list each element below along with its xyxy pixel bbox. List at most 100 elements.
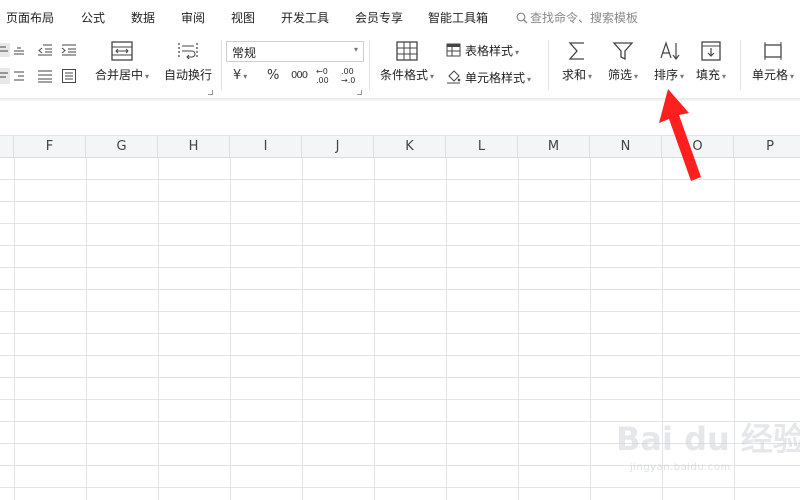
grid-column-line <box>374 158 375 500</box>
grid-column-line <box>518 158 519 500</box>
merge-cells-icon <box>111 41 133 61</box>
chevron-down-icon: ▾ <box>243 72 248 81</box>
grid-column-line <box>302 158 303 500</box>
table-style-button[interactable]: 表格样式 ▾ <box>446 42 519 59</box>
column-header-h[interactable]: H <box>158 136 230 158</box>
align-center-icon[interactable] <box>0 43 10 57</box>
sort-button[interactable]: 排序 ▾ <box>648 40 690 83</box>
number-format-select[interactable]: 常规 ▾ <box>226 41 364 62</box>
grid-row-line <box>0 223 800 224</box>
wrap-text-button[interactable]: 自动换行 <box>160 40 216 83</box>
funnel-icon <box>612 42 634 61</box>
chevron-down-icon: ▾ <box>634 72 639 81</box>
grid-column-line <box>14 158 15 500</box>
thousands-separator-button[interactable]: 000 <box>291 70 308 81</box>
alignment-dialog-launcher[interactable] <box>208 90 213 95</box>
grid-row-line <box>0 201 800 202</box>
chevron-down-icon: ▾ <box>722 72 727 81</box>
column-header-l[interactable]: L <box>446 136 518 158</box>
table-style-icon <box>446 43 461 57</box>
grid-column-line <box>230 158 231 500</box>
column-header-k[interactable]: K <box>374 136 446 158</box>
ribbon-separator <box>740 40 741 90</box>
grid-column-line <box>158 158 159 500</box>
increase-decimal-button[interactable]: ←0 .00 <box>316 67 336 85</box>
table-grid-icon <box>396 41 418 61</box>
wrap-text-label: 自动换行 <box>163 68 212 82</box>
column-header-f[interactable]: F <box>14 136 86 158</box>
grid-row-line <box>0 377 800 378</box>
menu-bar: 页面布局 公式 数据 审阅 视图 开发工具 会员专享 智能工具箱 查找命令、搜索… <box>0 0 800 34</box>
conditional-format-button[interactable]: 条件格式 ▾ <box>376 40 438 83</box>
cell-style-button[interactable]: 单元格样式 ▾ <box>446 69 531 86</box>
wrap-text-icon <box>178 43 198 60</box>
filter-button[interactable]: 筛选 ▾ <box>602 40 644 83</box>
cell-button[interactable]: 单元格 ▾ <box>746 40 800 83</box>
menu-smart-tools[interactable]: 智能工具箱 <box>428 9 488 26</box>
sigma-icon <box>568 42 584 60</box>
column-header-n[interactable]: N <box>590 136 662 158</box>
fill-label: 填充 <box>695 68 720 82</box>
ribbon-separator <box>221 40 222 90</box>
filter-label: 筛选 <box>607 68 632 82</box>
merge-center-label: 合并居中 <box>94 68 143 82</box>
menu-data[interactable]: 数据 <box>131 9 155 26</box>
grid-row-line <box>0 355 800 356</box>
number-format-value: 常规 <box>232 46 257 60</box>
increase-indent-icon[interactable] <box>61 43 77 57</box>
chevron-down-icon: ▾ <box>515 48 520 57</box>
merge-center-button[interactable]: 合并居中 ▾ <box>90 40 154 83</box>
cell-label: 单元格 <box>751 68 788 82</box>
column-header-partial[interactable] <box>0 136 14 158</box>
align-left-icon[interactable] <box>0 68 10 84</box>
align-bottom-icon[interactable] <box>12 44 26 56</box>
column-header-m[interactable]: M <box>518 136 590 158</box>
conditional-format-label: 条件格式 <box>379 68 428 82</box>
command-search[interactable]: 查找命令、搜索模板 <box>516 9 638 26</box>
chevron-down-icon: ▾ <box>527 75 532 84</box>
search-placeholder: 查找命令、搜索模板 <box>530 11 639 25</box>
column-header-p[interactable]: P <box>734 136 800 158</box>
grid-column-line <box>86 158 87 500</box>
ribbon-separator <box>548 40 549 90</box>
grid-row-line <box>0 399 800 400</box>
justify-icon[interactable] <box>37 69 53 83</box>
grid-column-line <box>590 158 591 500</box>
menu-developer[interactable]: 开发工具 <box>281 9 329 26</box>
grid-row-line <box>0 267 800 268</box>
chevron-down-icon: ▾ <box>588 72 593 81</box>
chevron-down-icon: ▾ <box>790 72 795 81</box>
chevron-down-icon[interactable]: ▾ <box>145 72 149 81</box>
grid-row-line <box>0 289 800 290</box>
distributed-align-icon[interactable] <box>61 68 77 84</box>
decrease-decimal-button[interactable]: .00 →.0 <box>341 67 361 85</box>
menu-review[interactable]: 审阅 <box>181 9 205 26</box>
align-right-icon[interactable] <box>12 69 26 83</box>
watermark-url: jingyan.baidu.com <box>630 462 731 473</box>
number-dialog-launcher[interactable] <box>357 90 362 95</box>
paint-bucket-icon <box>447 70 461 84</box>
cell-resize-icon <box>764 42 782 60</box>
grid-row-line <box>0 311 800 312</box>
currency-button[interactable]: ¥ ▾ <box>233 68 247 83</box>
search-icon <box>516 12 528 24</box>
column-header-i[interactable]: I <box>230 136 302 158</box>
grid-row-line <box>0 245 800 246</box>
cell-style-label: 单元格样式 <box>465 71 526 85</box>
sort-label: 排序 <box>653 68 678 82</box>
chevron-down-icon: ▾ <box>680 72 685 81</box>
menu-formulas[interactable]: 公式 <box>81 9 105 26</box>
decrease-indent-icon[interactable] <box>37 43 53 57</box>
chevron-down-icon: ▾ <box>353 45 358 54</box>
menu-member[interactable]: 会员专享 <box>355 9 403 26</box>
menu-view[interactable]: 视图 <box>231 9 255 26</box>
fill-down-icon <box>701 41 721 61</box>
fill-button[interactable]: 填充 ▾ <box>690 40 732 83</box>
column-header-j[interactable]: J <box>302 136 374 158</box>
ribbon-separator <box>369 40 370 90</box>
sum-button[interactable]: 求和 ▾ <box>556 40 598 83</box>
percent-button[interactable]: % <box>267 68 279 83</box>
table-style-label: 表格样式 <box>465 44 514 58</box>
column-header-g[interactable]: G <box>86 136 158 158</box>
menu-page-layout[interactable]: 页面布局 <box>6 9 54 26</box>
